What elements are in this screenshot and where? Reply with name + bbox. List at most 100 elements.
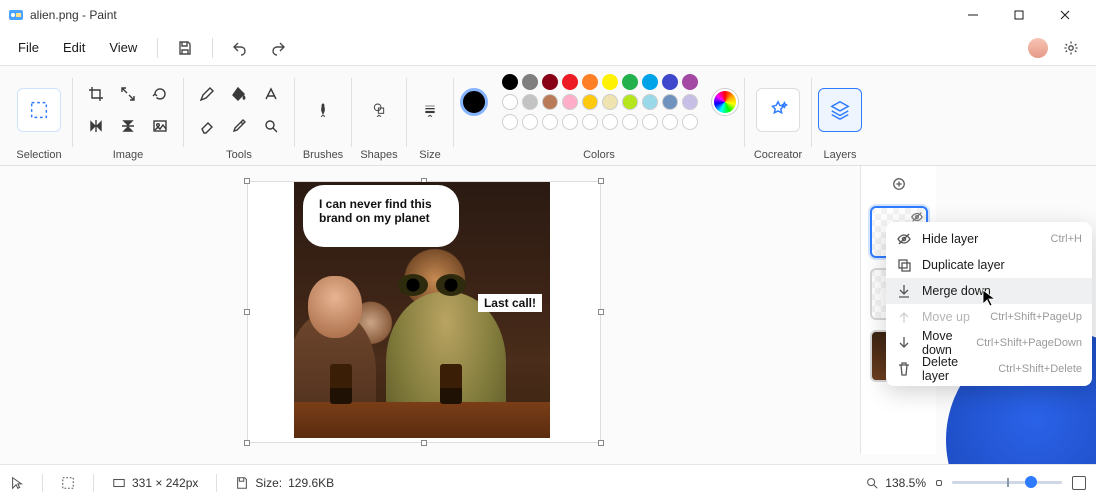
color-swatch-empty[interactable] (602, 114, 618, 130)
flip-v-tool[interactable] (115, 113, 141, 139)
color-swatch-empty[interactable] (522, 114, 538, 130)
color-swatch[interactable] (682, 74, 698, 90)
resize-handle[interactable] (598, 178, 604, 184)
arrow-down-icon (896, 335, 912, 351)
edit-colors-button[interactable] (712, 89, 738, 115)
menu-file[interactable]: File (8, 34, 49, 61)
color-swatch[interactable] (662, 94, 678, 110)
group-selection: Selection (6, 72, 72, 165)
color-swatch[interactable] (522, 74, 538, 90)
color-swatch[interactable] (682, 94, 698, 110)
redo-button[interactable] (261, 34, 295, 62)
settings-button[interactable] (1054, 34, 1088, 62)
resize-handle[interactable] (244, 178, 250, 184)
flip-h-tool[interactable] (83, 113, 109, 139)
color-swatch[interactable] (542, 74, 558, 90)
arrow-up-icon (896, 309, 912, 325)
size-dropdown[interactable] (413, 90, 447, 130)
color-swatch-empty[interactable] (582, 114, 598, 130)
menu-edit[interactable]: Edit (53, 34, 95, 61)
ctx-label: Delete layer (922, 355, 988, 383)
color-swatch-empty[interactable] (542, 114, 558, 130)
undo-button[interactable] (223, 34, 257, 62)
brushes-dropdown[interactable] (306, 90, 340, 130)
window-maximize-button[interactable] (996, 0, 1042, 30)
color-swatch[interactable] (622, 94, 638, 110)
color-swatch-empty[interactable] (502, 114, 518, 130)
color-swatch[interactable] (562, 74, 578, 90)
color-swatch[interactable] (582, 94, 598, 110)
ctx-hide-layer[interactable]: Hide layer Ctrl+H (886, 226, 1092, 252)
group-layers-label: Layers (823, 145, 856, 161)
color-swatch[interactable] (642, 74, 658, 90)
fill-tool[interactable] (226, 81, 252, 107)
canvas[interactable]: I can never find this brand on my planet… (294, 182, 550, 438)
canvas-container[interactable]: I can never find this brand on my planet… (248, 182, 600, 442)
color-swatch[interactable] (502, 74, 518, 90)
selection-size (61, 476, 75, 490)
ctx-move-down[interactable]: Move down Ctrl+Shift+PageDown (886, 330, 1092, 356)
group-shapes-label: Shapes (360, 145, 397, 161)
group-selection-label: Selection (16, 145, 61, 161)
resize-handle[interactable] (244, 309, 250, 315)
crop-tool[interactable] (83, 81, 109, 107)
group-shapes: Shapes (352, 72, 406, 165)
selection-tool[interactable] (17, 88, 61, 132)
group-brushes-label: Brushes (303, 145, 343, 161)
primary-color-swatch[interactable] (460, 88, 488, 116)
color-swatch-empty[interactable] (622, 114, 638, 130)
ctx-label: Move down (922, 329, 966, 357)
ctx-label: Merge down (922, 284, 1072, 298)
zoom-in-button[interactable] (1072, 476, 1086, 490)
group-tools-label: Tools (226, 145, 252, 161)
resize-handle[interactable] (598, 309, 604, 315)
speech-bubble: I can never find this brand on my planet (306, 188, 456, 244)
layers-button[interactable] (818, 88, 862, 132)
color-swatch[interactable] (642, 94, 658, 110)
color-swatch-empty[interactable] (682, 114, 698, 130)
color-picker-tool[interactable] (226, 113, 252, 139)
zoom-out-button[interactable] (936, 480, 942, 486)
color-swatch[interactable] (602, 94, 618, 110)
canvas-dimensions: 331 × 242px (112, 476, 198, 490)
resize-tool[interactable] (115, 81, 141, 107)
cocreator-button[interactable] (756, 88, 800, 132)
color-swatch[interactable] (602, 74, 618, 90)
menu-view[interactable]: View (99, 34, 147, 61)
ctx-duplicate-layer[interactable]: Duplicate layer (886, 252, 1092, 278)
window-close-button[interactable] (1042, 0, 1088, 30)
magnifier-tool[interactable] (258, 113, 284, 139)
color-swatch-empty[interactable] (642, 114, 658, 130)
dimensions-text: 331 × 242px (132, 476, 198, 490)
color-swatch-empty[interactable] (662, 114, 678, 130)
resize-handle[interactable] (421, 440, 427, 446)
window-minimize-button[interactable] (950, 0, 996, 30)
shapes-dropdown[interactable] (362, 90, 396, 130)
zoom-slider[interactable] (952, 481, 1062, 484)
text-tool[interactable] (258, 81, 284, 107)
resize-handle[interactable] (244, 440, 250, 446)
zoom-slider-thumb[interactable] (1025, 476, 1037, 488)
color-swatch[interactable] (622, 74, 638, 90)
resize-handle[interactable] (598, 440, 604, 446)
color-swatch[interactable] (542, 94, 558, 110)
color-swatch[interactable] (522, 94, 538, 110)
canvas-art (440, 364, 462, 404)
user-avatar[interactable] (1028, 38, 1048, 58)
color-swatch[interactable] (502, 94, 518, 110)
ctx-delete-layer[interactable]: Delete layer Ctrl+Shift+Delete (886, 356, 1092, 382)
rotate-tool[interactable] (147, 81, 173, 107)
color-swatch[interactable] (582, 74, 598, 90)
merge-down-icon (896, 283, 912, 299)
color-swatch-empty[interactable] (562, 114, 578, 130)
ctx-shortcut: Ctrl+Shift+PageUp (990, 311, 1082, 323)
color-swatch[interactable] (562, 94, 578, 110)
save-button[interactable] (168, 34, 202, 62)
eraser-tool[interactable] (194, 113, 220, 139)
group-image: Image (73, 72, 183, 165)
color-swatch[interactable] (662, 74, 678, 90)
pencil-tool[interactable] (194, 81, 220, 107)
group-image-label: Image (113, 145, 144, 161)
image-properties-tool[interactable] (147, 113, 173, 139)
add-layer-button[interactable] (869, 172, 929, 196)
